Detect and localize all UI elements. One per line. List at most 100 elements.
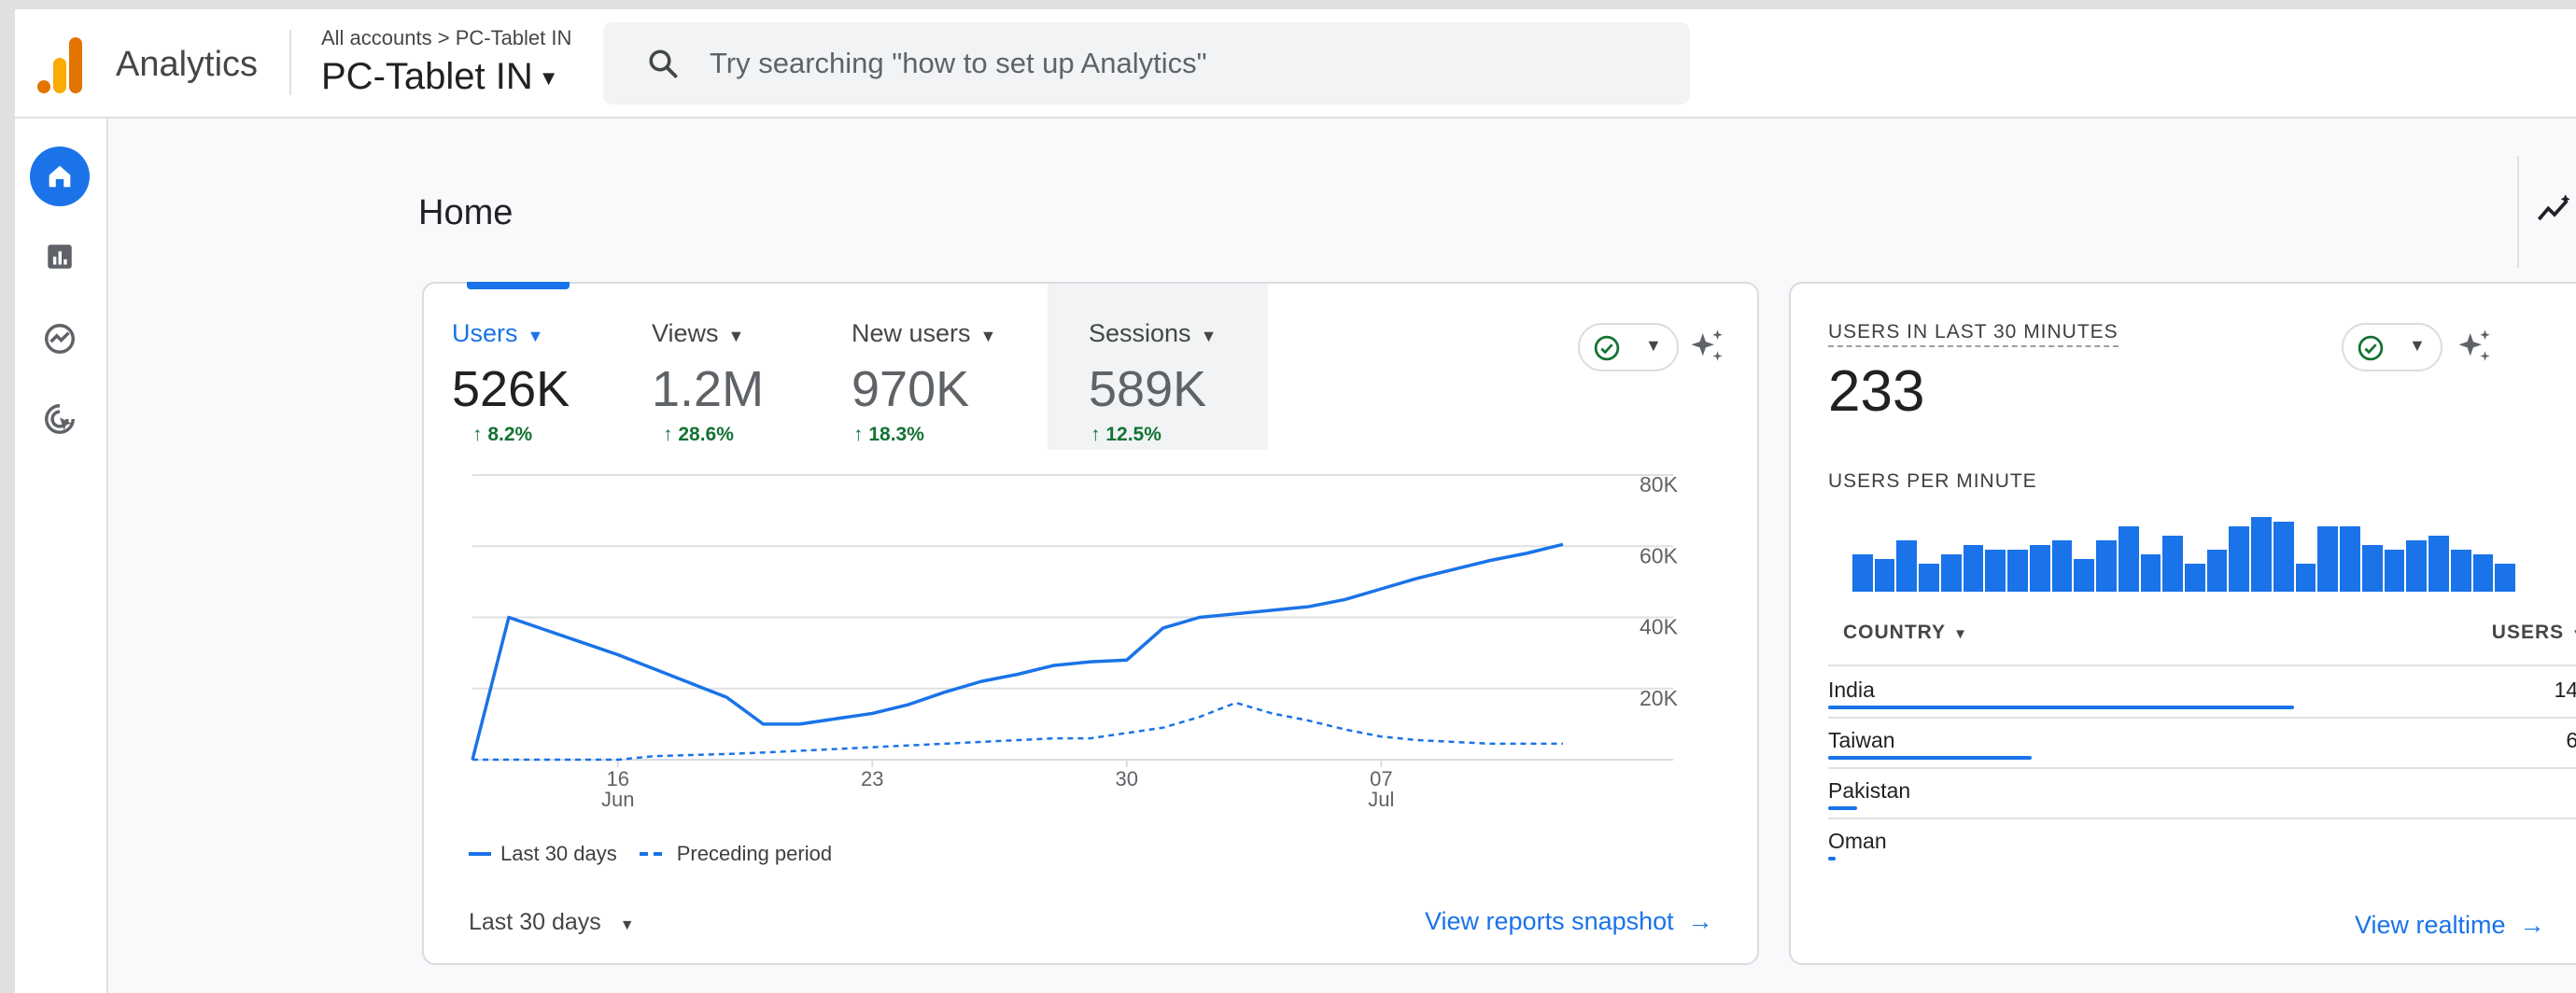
country-name: Taiwan	[1828, 728, 1895, 752]
table-divider	[1828, 664, 2576, 666]
series-line-current	[471, 542, 1564, 761]
minute-bar	[2206, 550, 2228, 592]
minute-bar	[2361, 545, 2383, 592]
reports-icon	[48, 245, 72, 269]
y-tick-label: 80K	[1640, 472, 1679, 496]
advertising-icon	[45, 404, 75, 434]
left-nav	[15, 119, 108, 993]
minute-bar	[2295, 564, 2316, 592]
insights-icon[interactable]	[2536, 191, 2573, 229]
table-row[interactable]: India 149	[1828, 668, 2576, 717]
page-title: Home	[418, 193, 514, 232]
minute-bar	[1963, 545, 1984, 592]
minute-bar	[2317, 526, 2339, 592]
minute-bar	[1940, 554, 1962, 592]
country-users: 149	[2554, 678, 2576, 702]
minute-bar	[2051, 540, 2073, 592]
realtime-quality-toggle[interactable]: ▼	[2342, 323, 2442, 371]
minute-bar	[2029, 545, 2050, 592]
breadcrumb[interactable]: All accounts > PC-Tablet IN	[321, 26, 571, 50]
share-bar	[1828, 706, 2295, 709]
legend-item-current: Last 30 days	[467, 842, 617, 866]
view-reports-snapshot-link[interactable]: View reports snapshot →	[1425, 907, 1713, 936]
minute-bar	[1919, 564, 1939, 592]
arrow-right-icon: →	[2519, 911, 2545, 939]
table-row[interactable]: Oman 2	[1828, 819, 2576, 868]
property-name: PC-Tablet IN	[321, 56, 533, 97]
nav-reports[interactable]	[30, 227, 90, 287]
main-content: Home Users ▼ 526K ↑ 8.2% Views ▼ 1.2M ↑ 28…	[108, 119, 2576, 993]
minute-bar	[2406, 540, 2428, 592]
y-tick-label: 60K	[1640, 543, 1679, 567]
search-bar[interactable]: Try searching "how to set up Analytics"	[603, 22, 1690, 105]
nav-explore[interactable]	[30, 309, 90, 369]
nav-advertising[interactable]	[30, 389, 90, 449]
header-divider	[289, 30, 291, 95]
realtime-card: USERS IN LAST 30 MINUTES 233 ▼ USERS PER…	[1789, 282, 2576, 965]
share-bar	[1828, 806, 1858, 810]
minute-bar	[2273, 522, 2294, 592]
dropdown-icon: ▼	[619, 917, 635, 933]
country-name: India	[1828, 678, 1875, 702]
date-range-selector[interactable]: Last 30 days ▼	[469, 909, 635, 936]
minute-bar	[2162, 536, 2184, 592]
dropdown-icon: ▼	[1953, 626, 1968, 642]
realtime-value: 233	[1828, 359, 1925, 424]
country-users: 64	[2566, 728, 2576, 752]
country-name: Pakistan	[1828, 778, 1911, 803]
dropdown-icon: ▼	[2409, 336, 2426, 355]
users-column-header[interactable]: USERS▼	[2492, 622, 2576, 644]
dropdown-icon: ▼	[2571, 626, 2576, 642]
y-tick-label: 40K	[1640, 615, 1679, 639]
minute-bar	[2450, 550, 2471, 592]
check-circle-icon	[2358, 335, 2384, 361]
minute-bar	[2495, 564, 2516, 592]
table-row[interactable]: Taiwan 64	[1828, 719, 2576, 767]
minute-bar	[2007, 550, 2028, 592]
x-tick-sublabel: Jun	[601, 788, 634, 811]
search-placeholder: Try searching "how to set up Analytics"	[710, 47, 1207, 79]
minute-bar	[1874, 559, 1895, 592]
minute-bar	[1985, 550, 2006, 592]
legend-dashed-swatch	[639, 852, 668, 856]
country-name: Oman	[1828, 829, 1887, 853]
overview-card: Users ▼ 526K ↑ 8.2% Views ▼ 1.2M ↑ 28.6% N…	[422, 282, 1759, 965]
explore-icon	[45, 324, 75, 354]
legend-solid-swatch	[469, 852, 491, 856]
search-icon	[649, 49, 678, 78]
line-chart: 80K60K40K20K16Jun23 30 07Jul	[471, 472, 1679, 811]
minute-bar	[2251, 517, 2272, 592]
realtime-title[interactable]: USERS IN LAST 30 MINUTES	[1828, 321, 2119, 347]
minute-bar	[2384, 550, 2405, 592]
minute-bar	[2185, 564, 2205, 592]
legend-item-preceding: Preceding period	[638, 842, 832, 866]
right-rail-divider	[2517, 156, 2519, 268]
view-realtime-link[interactable]: View realtime →	[2355, 911, 2545, 940]
chart-legend: Last 30 days Preceding period	[467, 842, 832, 866]
ai-sparkle-icon[interactable]	[2456, 327, 2495, 366]
analytics-logo-icon[interactable]	[37, 37, 86, 93]
minute-bar	[1852, 554, 1873, 592]
nav-home[interactable]	[30, 147, 90, 206]
property-selector[interactable]: PC-Tablet IN ▼	[321, 56, 559, 98]
realtime-subtitle: USERS PER MINUTE	[1828, 470, 2037, 492]
x-tick-sublabel: Jul	[1368, 788, 1394, 811]
minute-bar	[2428, 536, 2449, 592]
series-line-preceding	[472, 701, 1563, 762]
top-bar: Analytics All accounts > PC-Tablet IN PC…	[15, 9, 2576, 119]
y-tick-label: 20K	[1640, 686, 1679, 710]
table-row[interactable]: Pakistan 9	[1828, 769, 2576, 818]
minute-bar	[2229, 526, 2250, 592]
minute-bar	[2340, 526, 2360, 592]
minute-bar	[2140, 554, 2161, 592]
x-tick-label: 23	[861, 767, 883, 790]
minute-bar	[2096, 540, 2117, 592]
users-per-minute-bars	[1852, 517, 2516, 592]
country-column-header[interactable]: COUNTRY ▼	[1843, 622, 1968, 644]
arrow-right-icon: →	[1687, 907, 1713, 935]
app-title: Analytics	[116, 45, 259, 84]
share-bar	[1828, 857, 1836, 860]
minute-bar	[2118, 526, 2139, 592]
caret-down-icon: ▼	[538, 66, 559, 91]
minute-bar	[1896, 540, 1918, 592]
